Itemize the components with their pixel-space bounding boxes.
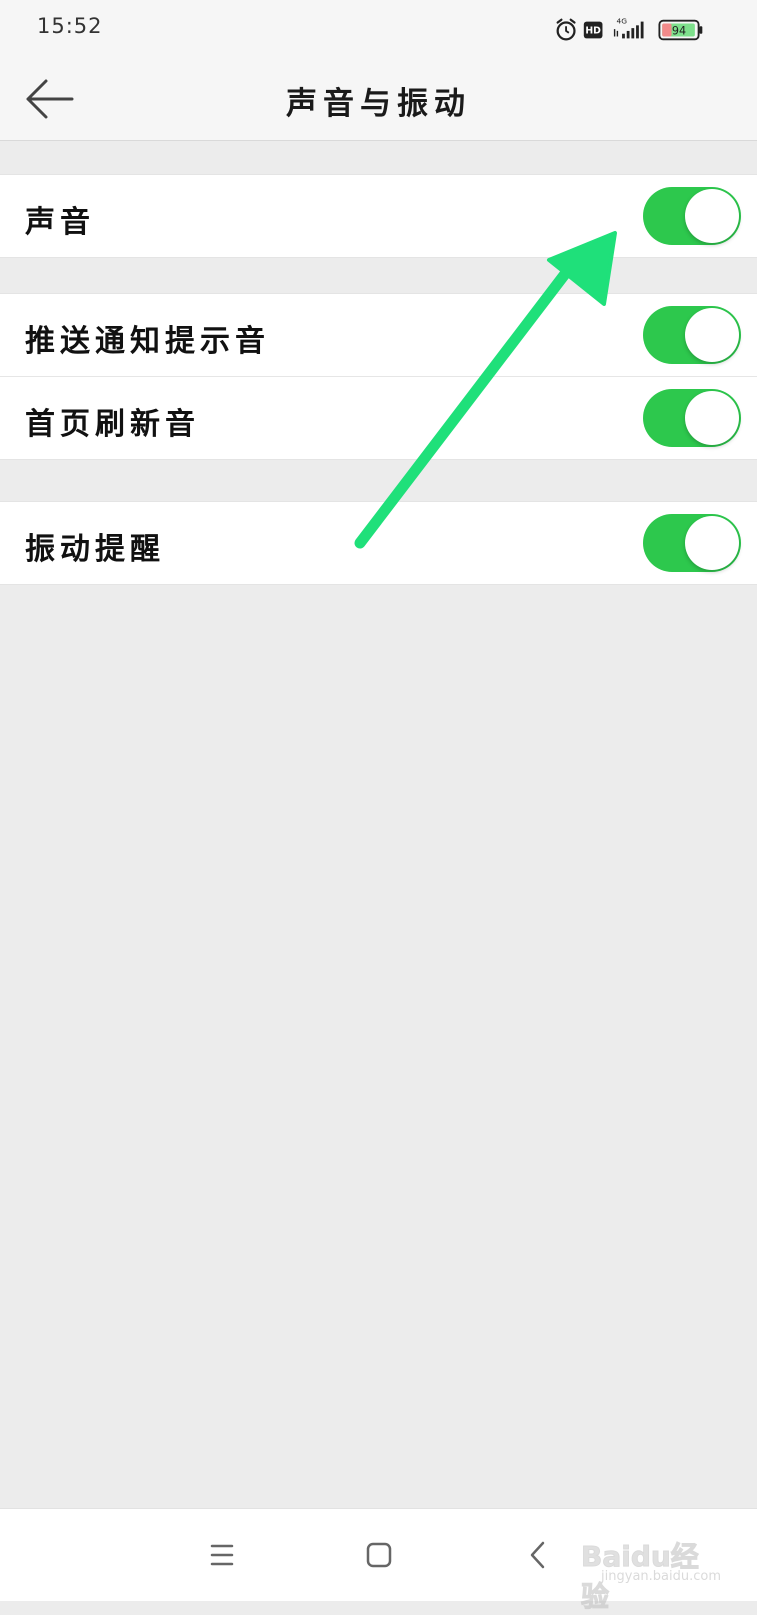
sound-toggle[interactable] (643, 187, 741, 245)
toggle-knob (685, 516, 739, 570)
setting-label-push-tone: 推送通知提示音 (25, 324, 270, 359)
settings-group-vibration: 振动提醒 (0, 501, 757, 585)
setting-label-sound: 声音 (25, 205, 95, 240)
setting-label-refresh-tone: 首页刷新音 (25, 407, 200, 442)
signal-icon: 4G (613, 16, 644, 39)
svg-text:HD: HD (585, 26, 601, 37)
refresh-tone-toggle[interactable] (643, 389, 741, 447)
setting-label-vibration: 振动提醒 (25, 532, 165, 567)
setting-row-sound[interactable]: 声音 (0, 175, 757, 257)
nav-back-button[interactable] (512, 1529, 564, 1581)
toggle-knob (685, 308, 739, 362)
setting-row-push-tone[interactable]: 推送通知提示音 (0, 294, 757, 376)
svg-text:94: 94 (672, 25, 686, 38)
status-bar: 15:52 HD 4G 94 (0, 0, 757, 58)
watermark: Baidu经验 jingyan.baidu.com (571, 1523, 722, 1614)
nav-home-button[interactable] (353, 1529, 405, 1581)
status-time: 15:52 (37, 14, 103, 38)
watermark-sub: jingyan.baidu.com (601, 1569, 721, 1584)
alarm-icon (556, 18, 576, 41)
setting-row-vibration[interactable]: 振动提醒 (0, 502, 757, 584)
setting-row-refresh-tone[interactable]: 首页刷新音 (0, 376, 757, 459)
home-icon (366, 1542, 392, 1568)
back-icon (530, 1541, 545, 1569)
svg-text:4G: 4G (616, 16, 627, 25)
settings-group-sound: 声音 (0, 174, 757, 258)
battery-icon: 94 (658, 19, 703, 41)
toggle-knob (685, 189, 739, 243)
status-icons: HD 4G 94 (556, 16, 703, 41)
settings-group-tones: 推送通知提示音 首页刷新音 (0, 293, 757, 460)
nav-bar: Baidu经验 jingyan.baidu.com (0, 1508, 757, 1614)
nav-menu-button[interactable] (196, 1529, 248, 1581)
toggle-knob (685, 391, 739, 445)
hd-icon: HD (583, 21, 603, 39)
menu-icon (210, 1544, 234, 1566)
header: 声音与振动 (0, 58, 757, 141)
vibration-toggle[interactable] (643, 514, 741, 572)
page-title: 声音与振动 (286, 86, 471, 122)
push-tone-toggle[interactable] (643, 306, 741, 364)
